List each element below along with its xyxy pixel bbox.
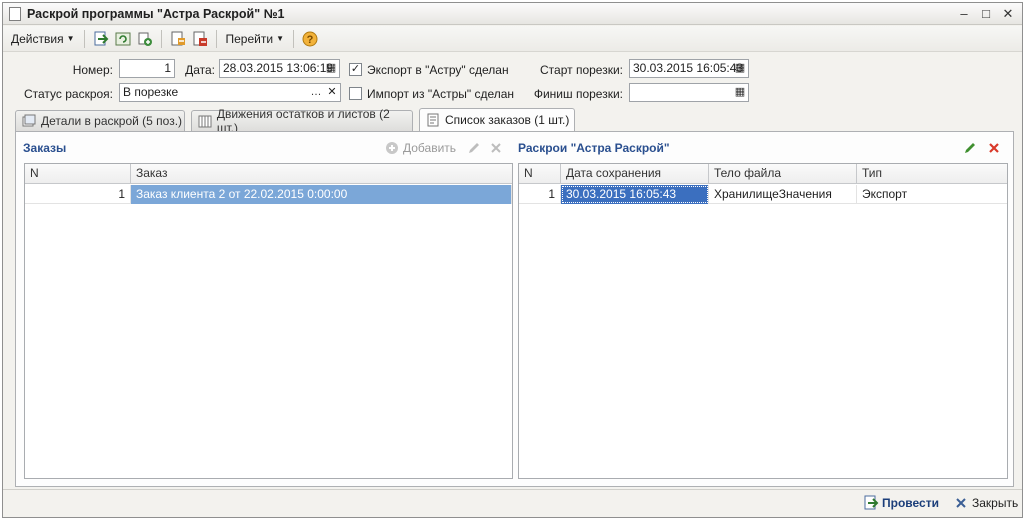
- delete-icon[interactable]: [986, 140, 1002, 156]
- date-label: Дата:: [185, 63, 215, 77]
- toolbar-separator: [215, 29, 217, 48]
- calendar-icon[interactable]: ▦: [732, 84, 748, 101]
- add-order-label: Добавить: [403, 141, 457, 155]
- tab-orders-list-label: Список заказов (1 шт.): [445, 113, 570, 127]
- document-window: Раскрой программы "Астра Раскрой" №1 – □…: [2, 2, 1023, 518]
- details-icon: [22, 114, 36, 127]
- post-document-icon: [863, 495, 879, 511]
- import-checkbox[interactable]: [349, 87, 362, 100]
- add-order-button[interactable]: Добавить: [384, 140, 456, 156]
- close-button-label: Закрыть: [972, 496, 1019, 510]
- orders-table-header: N Заказ: [25, 164, 512, 184]
- dropdown-arrow-icon: ▼: [276, 34, 284, 43]
- actions-menu-label: Действия: [11, 31, 64, 46]
- status-field[interactable]: В порезке … ✕: [119, 83, 341, 102]
- column-header-type[interactable]: Тип: [857, 164, 1007, 184]
- orders-list-icon: [427, 113, 439, 127]
- cell-type[interactable]: Экспорт: [857, 185, 1007, 204]
- document-icon: [9, 6, 21, 21]
- tab-movements[interactable]: Движения остатков и листов (2 шт.): [191, 107, 413, 135]
- dropdown-arrow-icon: ▼: [66, 34, 75, 43]
- column-header-file-body[interactable]: Тело файла: [709, 164, 857, 184]
- table-row[interactable]: 1 30.03.2015 16:05:43 ХранилищеЗначения …: [519, 185, 1007, 204]
- goto-menu-label: Перейти: [225, 31, 274, 46]
- export-icon[interactable]: [169, 30, 187, 48]
- date-field[interactable]: 28.03.2015 13:06:19 ▦: [219, 59, 340, 78]
- cell-order[interactable]: Заказ клиента 2 от 22.02.2015 0:00:00: [131, 185, 512, 204]
- status-value: В порезке: [123, 85, 179, 99]
- import-icon[interactable]: [191, 30, 209, 48]
- movements-icon: [198, 115, 212, 128]
- cell-file-body[interactable]: ХранилищеЗначения: [709, 185, 857, 204]
- orders-section-title: Заказы: [23, 141, 67, 155]
- date-value: 28.03.2015 13:06:19: [223, 61, 334, 75]
- title-bar: Раскрой программы "Астра Раскрой" №1 – □…: [3, 3, 1022, 25]
- post-button[interactable]: Провести: [863, 495, 939, 511]
- goto-menu[interactable]: Перейти ▼: [222, 32, 288, 46]
- column-header-order[interactable]: Заказ: [131, 164, 512, 184]
- toolbar-separator: [292, 29, 294, 48]
- status-label: Статус раскроя:: [23, 87, 113, 101]
- export-checkbox[interactable]: ✓: [349, 63, 362, 76]
- cell-save-date[interactable]: 30.03.2015 16:05:43: [561, 185, 709, 204]
- tab-orders-list[interactable]: Список заказов (1 шт.): [419, 108, 575, 131]
- close-window-button[interactable]: ✕: [1000, 6, 1016, 22]
- copy-icon[interactable]: [136, 30, 154, 48]
- help-icon[interactable]: ?: [301, 30, 319, 48]
- delete-icon[interactable]: [488, 140, 504, 156]
- footer-bar: Провести Закрыть: [3, 489, 1022, 517]
- finish-cut-field[interactable]: . . : : ▦: [629, 83, 749, 102]
- window-controls: – □ ✕: [956, 6, 1016, 22]
- actions-menu[interactable]: Действия ▼: [7, 32, 79, 46]
- column-header-save-date[interactable]: Дата сохранения: [561, 164, 709, 184]
- refresh-icon[interactable]: [114, 30, 132, 48]
- close-icon: [953, 495, 969, 511]
- column-header-n[interactable]: N: [519, 164, 561, 184]
- import-checkbox-label: Импорт из "Астры" сделан: [367, 87, 515, 101]
- post-button-label: Провести: [882, 496, 939, 510]
- minimize-button[interactable]: –: [956, 6, 972, 22]
- orders-table[interactable]: N Заказ 1 Заказ клиента 2 от 22.02.2015 …: [24, 163, 513, 479]
- cell-n[interactable]: 1: [25, 185, 131, 204]
- window-title: Раскрой программы "Астра Раскрой" №1: [27, 6, 285, 21]
- calendar-icon[interactable]: ▦: [732, 60, 748, 77]
- calendar-icon[interactable]: ▦: [323, 60, 339, 77]
- maximize-button[interactable]: □: [978, 6, 994, 22]
- start-cut-label: Старт порезки:: [540, 63, 623, 77]
- clear-icon[interactable]: ✕: [324, 84, 340, 101]
- cuts-section-title: Раскрои "Астра Раскрой": [518, 141, 670, 155]
- number-label: Номер:: [72, 63, 113, 77]
- edit-icon[interactable]: [962, 140, 978, 156]
- cuts-table[interactable]: N Дата сохранения Тело файла Тип 1 30.03…: [518, 163, 1008, 479]
- select-ellipsis-icon[interactable]: …: [308, 84, 324, 101]
- svg-text:?: ?: [307, 34, 314, 46]
- post-document-icon[interactable]: [92, 30, 110, 48]
- cuts-table-header: N Дата сохранения Тело файла Тип: [519, 164, 1007, 184]
- edit-icon[interactable]: [466, 140, 482, 156]
- tab-details-label: Детали в раскрой (5 поз.): [41, 114, 183, 128]
- column-header-n[interactable]: N: [25, 164, 131, 184]
- tab-details[interactable]: Детали в раскрой (5 поз.): [15, 110, 185, 131]
- toolbar-separator: [160, 29, 162, 48]
- finish-cut-label: Финиш порезки:: [533, 87, 623, 101]
- cell-n[interactable]: 1: [519, 185, 561, 204]
- export-checkbox-label: Экспорт в "Астру" сделан: [367, 63, 509, 77]
- number-field[interactable]: 1: [119, 59, 175, 78]
- start-cut-value: 30.03.2015 16:05:43: [633, 61, 744, 75]
- toolbar: Действия ▼ Перейти ▼ ?: [3, 26, 1022, 52]
- orders-tab-panel: Заказы Добавить N Заказ 1 Заказ клиента …: [15, 131, 1014, 487]
- table-row[interactable]: 1 Заказ клиента 2 от 22.02.2015 0:00:00: [25, 185, 512, 204]
- close-button[interactable]: Закрыть: [953, 495, 1018, 511]
- toolbar-separator: [83, 29, 85, 48]
- add-icon: [384, 140, 400, 156]
- start-cut-field[interactable]: 30.03.2015 16:05:43 ▦: [629, 59, 749, 78]
